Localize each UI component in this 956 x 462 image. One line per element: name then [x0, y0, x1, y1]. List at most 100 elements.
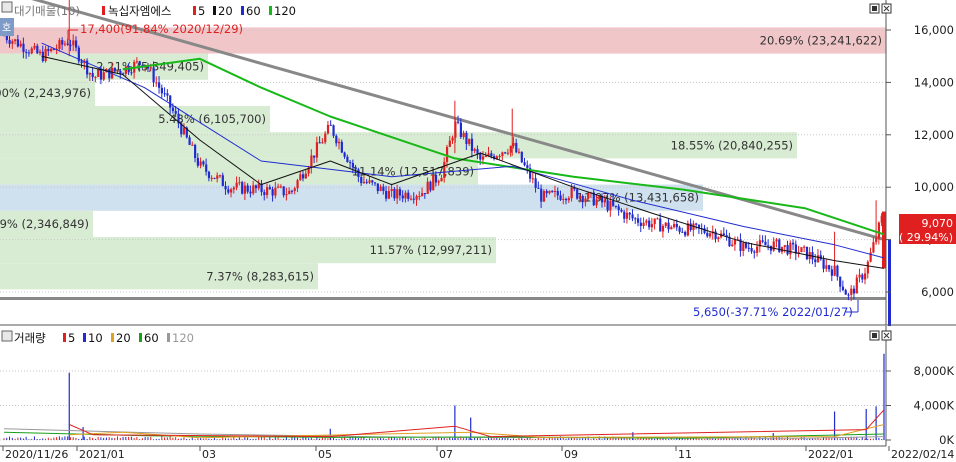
volume-legend-swatch — [63, 333, 66, 342]
candle-body — [847, 294, 850, 296]
legend-ma-swatch — [193, 6, 196, 15]
candle-body — [158, 82, 161, 88]
x-tick-label: 2022/02/14 — [891, 448, 954, 461]
volume-legend-label: 10 — [88, 331, 103, 345]
volume-y-tick-label: 8,000K — [914, 364, 955, 378]
candle-body — [371, 180, 374, 183]
candle-body — [623, 211, 626, 219]
candle-body — [822, 259, 825, 269]
candle-body — [504, 152, 507, 154]
candle-body — [481, 156, 485, 160]
candle-body — [756, 246, 759, 253]
legend-stock-name[interactable]: 녹십자엠에스 — [108, 4, 171, 18]
x-tick-label: 2020/11/26 — [5, 448, 68, 461]
candle-body — [515, 142, 518, 153]
volume-plot-area[interactable] — [0, 326, 886, 446]
candle-body — [570, 187, 573, 199]
x-tick-label: 09 — [564, 448, 578, 461]
candle-body — [437, 181, 440, 183]
candle-body — [393, 188, 396, 199]
volume-profile-label: 20.69% (23,241,622) — [760, 33, 882, 47]
candle-body — [182, 127, 186, 135]
candle-body — [155, 82, 158, 84]
candle-body — [614, 205, 618, 207]
candle-body — [69, 44, 72, 46]
candle-body — [426, 181, 429, 194]
candle-body — [617, 206, 620, 211]
candle-body — [805, 246, 809, 260]
candle-body — [772, 241, 775, 251]
candle-body — [523, 162, 526, 166]
candle-body — [138, 61, 141, 65]
candle-body — [578, 196, 582, 199]
candle-body — [163, 93, 166, 95]
candle-body — [376, 183, 379, 192]
candle-body — [490, 153, 493, 157]
volume-legend-toggle-icon[interactable] — [1, 330, 13, 342]
candle-body — [567, 198, 570, 201]
last-candle-tail — [888, 239, 891, 327]
candle-body — [636, 218, 640, 223]
candle-body — [706, 232, 709, 237]
candle-body — [266, 187, 269, 196]
candle-body — [354, 167, 357, 170]
candle-body — [318, 142, 321, 144]
legend-ma-swatch — [241, 6, 244, 15]
x-tick-label: 2022/01 — [808, 448, 854, 461]
candle-body — [368, 180, 371, 183]
candle-body — [551, 190, 554, 193]
candle-body — [609, 201, 612, 211]
svg-text:5,650(-37.71% 2022/01/27): 5,650(-37.71% 2022/01/27) — [693, 305, 853, 319]
candle-body — [443, 161, 446, 179]
candle-body — [38, 51, 42, 54]
legend-toggle-icon[interactable] — [1, 1, 13, 13]
candle-body — [30, 48, 33, 54]
candle-body — [329, 124, 332, 126]
candle-body — [196, 158, 199, 166]
candle-body — [293, 188, 296, 191]
candle-body — [540, 188, 543, 202]
candle-body — [326, 124, 330, 134]
candle-body — [290, 190, 294, 192]
candle-body — [517, 151, 521, 153]
candle-body — [340, 141, 343, 153]
candle-body — [650, 224, 654, 228]
y-tick-label: 12,000 — [914, 128, 954, 142]
svg-text:17,400(91.84% 2020/12/29): 17,400(91.84% 2020/12/29) — [80, 22, 243, 36]
candle-body — [664, 222, 667, 226]
candle-body — [409, 198, 413, 200]
candle-body — [684, 231, 687, 236]
candle-body — [304, 173, 307, 179]
candle-body — [271, 189, 274, 196]
candle-body — [288, 190, 291, 195]
candle-body — [346, 156, 349, 163]
candle-body — [351, 163, 355, 168]
candle-body — [445, 146, 449, 162]
candle-body — [473, 149, 476, 152]
candle-body — [119, 70, 122, 74]
candle-body — [25, 51, 28, 53]
legend-ma-label: 120 — [274, 4, 296, 18]
candle-body — [844, 290, 847, 295]
candle-body — [207, 171, 211, 179]
candle-body — [606, 200, 609, 211]
candle-body — [534, 178, 537, 188]
candle-body — [216, 175, 219, 179]
candle-body — [349, 162, 352, 164]
candle-body — [74, 40, 78, 48]
candle-body — [332, 125, 335, 136]
candle-body — [595, 199, 598, 206]
candle-body — [722, 233, 726, 236]
candle-body — [479, 153, 482, 160]
volume-profile-label: 11.57% (12,997,211) — [370, 243, 492, 257]
candle-body — [501, 152, 504, 156]
candle-body — [116, 70, 119, 72]
candle-body — [833, 265, 836, 276]
candle-body — [19, 43, 22, 47]
candle-body — [509, 145, 512, 153]
candle-body — [451, 137, 454, 141]
candle-body — [642, 222, 645, 226]
candle-body — [814, 259, 817, 263]
volume-legend-title: 거래량 — [14, 331, 46, 345]
volume-legend-label: 60 — [144, 331, 159, 345]
